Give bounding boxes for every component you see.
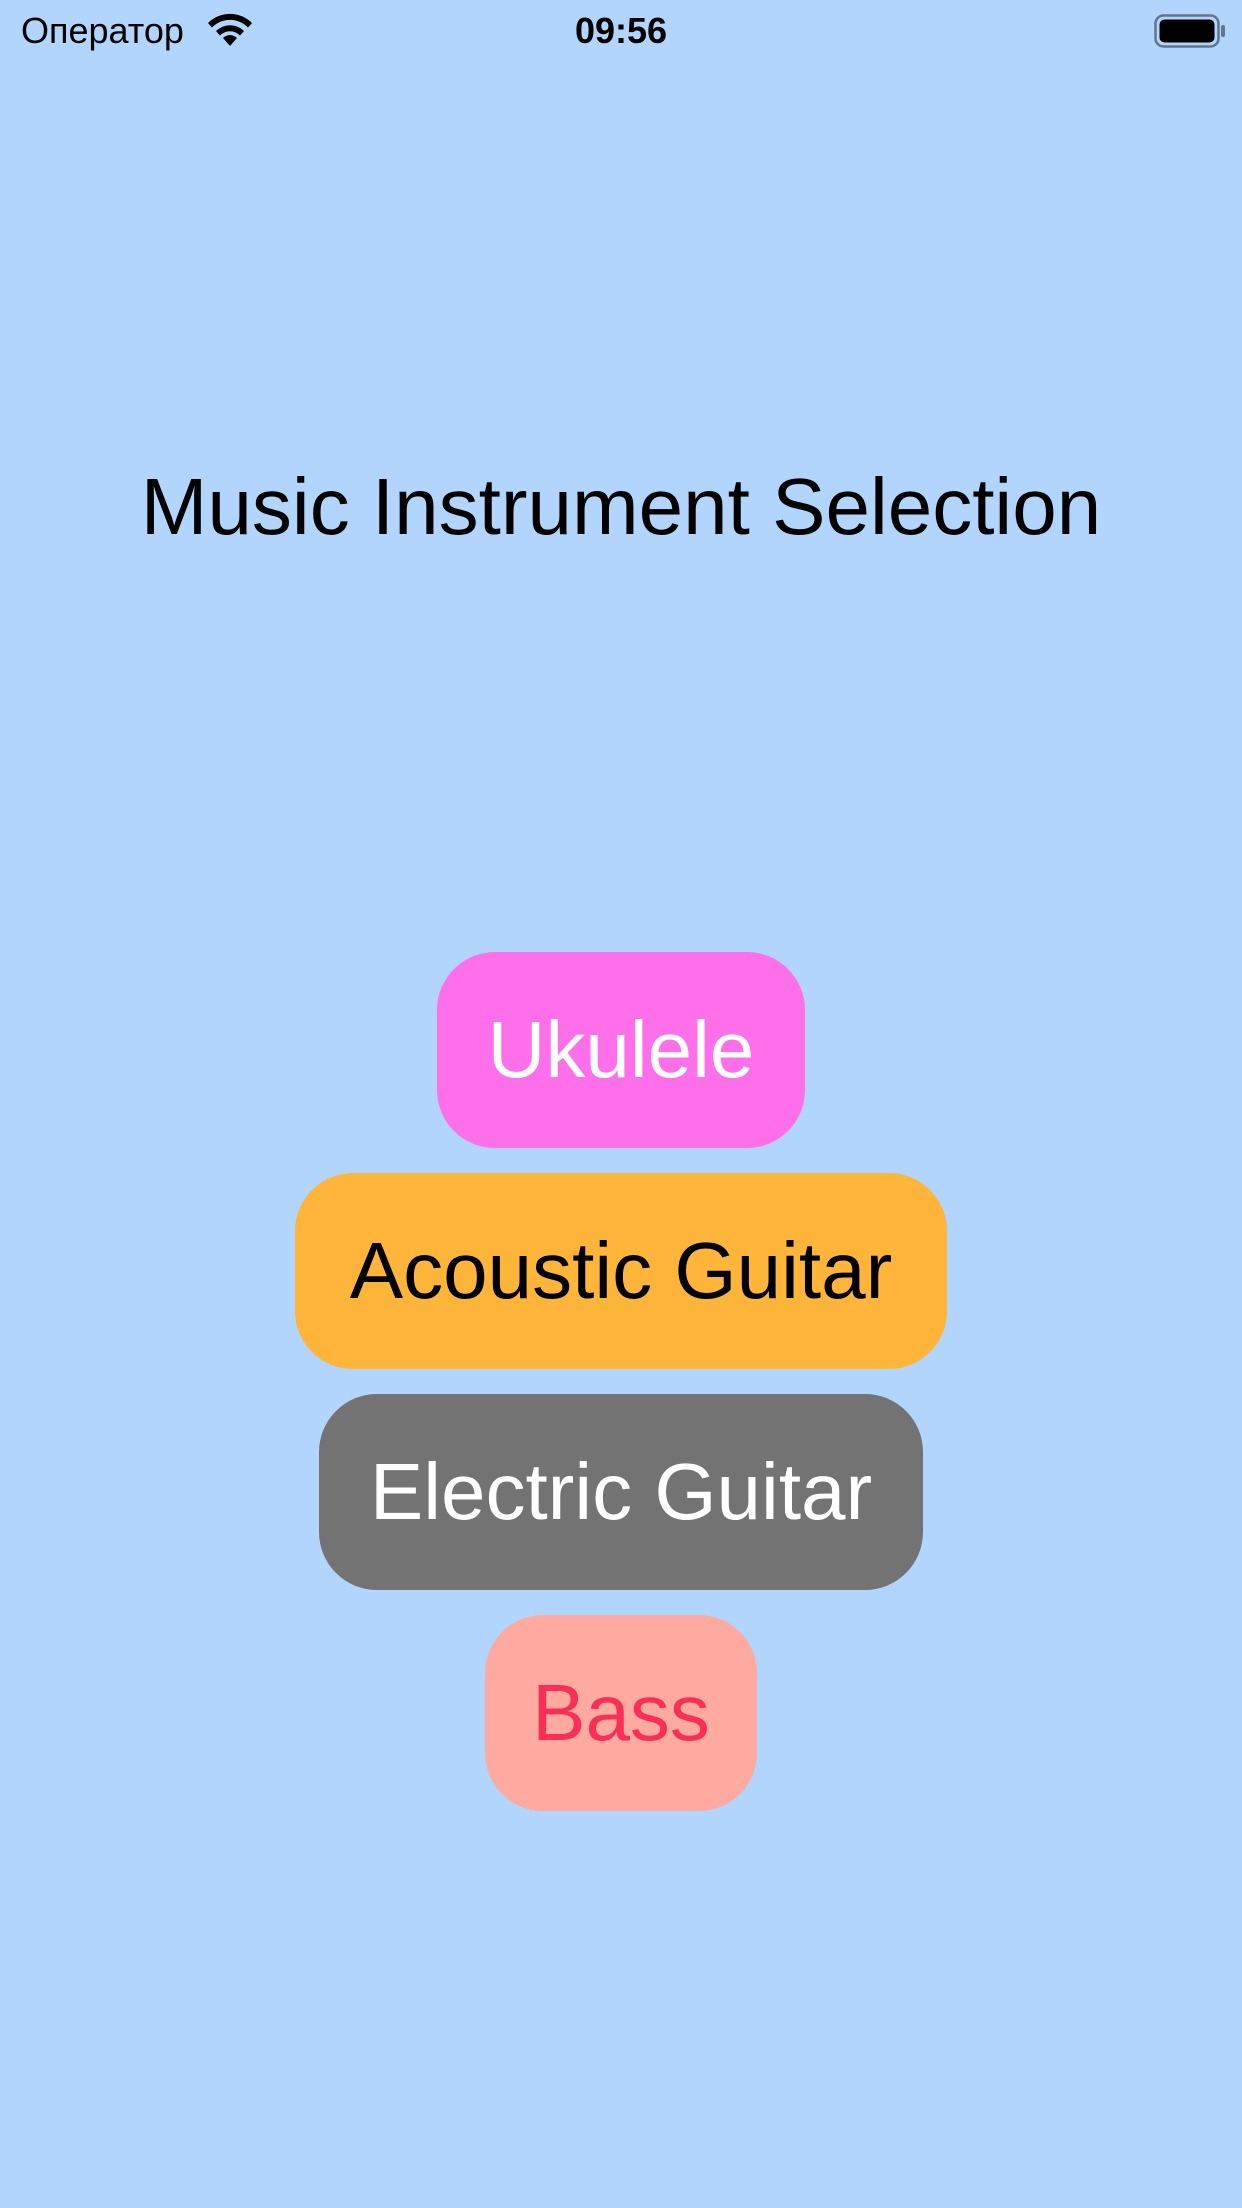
clock-time: 09:56 — [574, 10, 668, 51]
page-title: Music Instrument Selection — [140, 462, 1102, 551]
bass-button[interactable]: Bass — [485, 1615, 757, 1811]
screen: Оператор 09:56 Music Instrument Selectio… — [0, 0, 1242, 2208]
battery-full-icon — [1154, 14, 1226, 48]
electric-guitar-button[interactable]: Electric Guitar — [319, 1394, 923, 1590]
instrument-button-list: Ukulele Acoustic Guitar Electric Guitar … — [0, 952, 1242, 1811]
acoustic-guitar-button[interactable]: Acoustic Guitar — [295, 1173, 947, 1369]
status-bar: Оператор 09:56 — [0, 0, 1242, 62]
ukulele-button[interactable]: Ukulele — [437, 952, 805, 1148]
